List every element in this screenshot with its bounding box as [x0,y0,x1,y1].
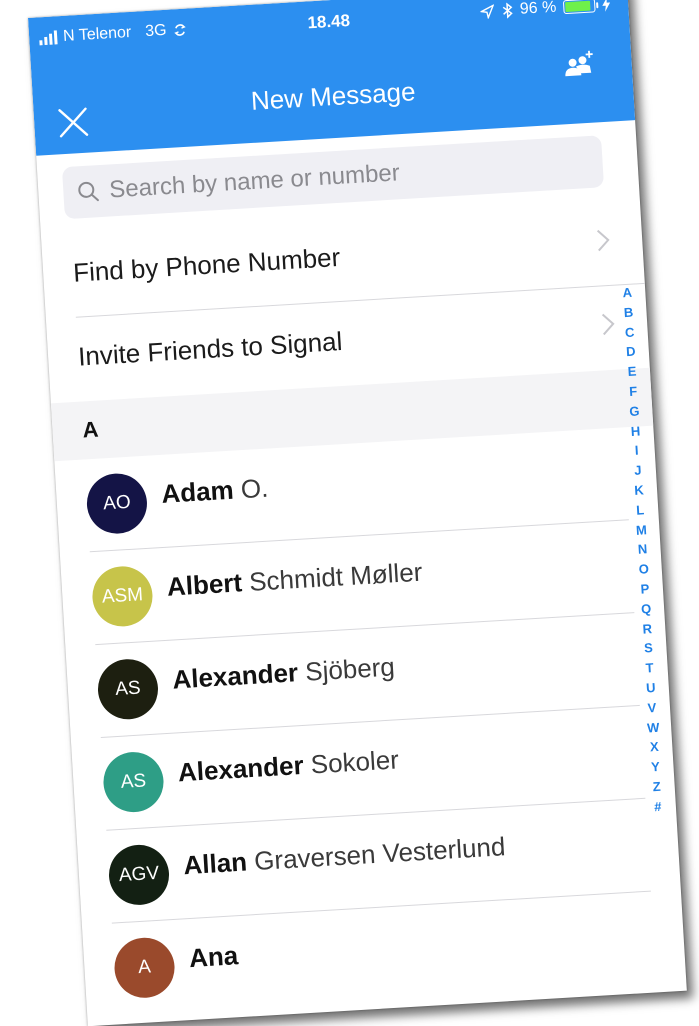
status-bar: N Telenor 3G 18.48 96 % [29,0,629,54]
index-letter[interactable]: I [634,441,639,461]
contact-name: Allan Graversen Vesterlund [183,831,507,881]
charging-bolt-icon [602,0,611,12]
index-letter[interactable]: T [645,658,654,678]
section-letter: A [81,416,100,443]
index-letter[interactable]: N [637,540,648,560]
index-letter[interactable]: O [638,559,649,579]
index-letter[interactable]: U [646,678,657,698]
index-letter[interactable]: Q [640,599,652,619]
index-letter[interactable]: K [634,480,645,500]
contact-first-name: Allan [182,846,248,881]
avatar: AS [96,657,160,721]
avatar: AGV [107,843,171,907]
index-letter[interactable]: S [644,638,654,658]
contact-first-name: Alexander [177,750,305,788]
search-input[interactable] [106,147,582,206]
index-letter[interactable]: L [636,500,645,520]
index-letter[interactable]: G [629,401,640,421]
navigation-bar: N Telenor 3G 18.48 96 % New Message [28,0,636,156]
contact-last-name: Sjöberg [304,651,396,687]
contact-name: Ana [188,940,239,974]
index-letter[interactable]: A [622,283,633,303]
index-letter[interactable]: V [647,698,657,718]
contact-last-name: Sokoler [309,744,400,780]
index-letter[interactable]: D [626,342,637,362]
battery-fill [565,0,591,13]
contact-first-name: Ana [188,940,239,974]
bluetooth-icon [502,2,513,19]
index-letter[interactable]: # [654,797,662,817]
location-arrow-icon [479,4,494,20]
find-by-phone-number-label: Find by Phone Number [72,241,341,288]
index-letter[interactable]: R [642,619,653,639]
avatar: AO [85,471,149,536]
index-letter[interactable]: F [629,382,638,402]
contact-first-name: Albert [166,567,243,602]
invite-friends-label: Invite Friends to Signal [77,325,344,372]
index-letter[interactable]: P [640,579,650,599]
contact-name: Alexander Sokoler [177,744,400,788]
avatar: AS [101,750,166,814]
battery-icon [562,0,596,15]
avatar: ASM [90,564,155,629]
contact-first-name: Alexander [171,657,299,695]
index-letter[interactable]: C [624,322,635,342]
contact-last-name: Graversen Vesterlund [253,831,507,877]
avatar: A [112,936,177,1000]
index-letter[interactable]: E [627,362,637,382]
battery-percent: 96 % [519,0,557,18]
index-letter[interactable]: Z [652,777,661,797]
chevron-right-icon [596,229,610,252]
contact-last-name: Schmidt Møller [248,556,424,597]
new-group-icon[interactable] [560,48,598,80]
search-icon [78,181,99,202]
index-letter[interactable]: M [635,520,648,540]
index-letter[interactable]: Y [651,757,661,777]
index-letter[interactable]: X [649,737,660,757]
index-letter[interactable]: B [623,302,634,322]
page-title: New Message [250,76,417,116]
contact-first-name: Adam [160,474,235,509]
phone-screen: N Telenor 3G 18.48 96 % New Message Sear… [28,0,687,1026]
contact-name: Alexander Sjöberg [172,651,396,695]
index-letter[interactable]: W [646,717,660,737]
chevron-right-icon [601,313,615,336]
contact-last-name: O. [239,472,270,505]
contact-name: Adam O. [161,473,270,510]
index-letter[interactable]: J [634,461,642,481]
contact-name: Albert Schmidt Møller [166,557,423,603]
index-letter[interactable]: H [630,421,641,441]
